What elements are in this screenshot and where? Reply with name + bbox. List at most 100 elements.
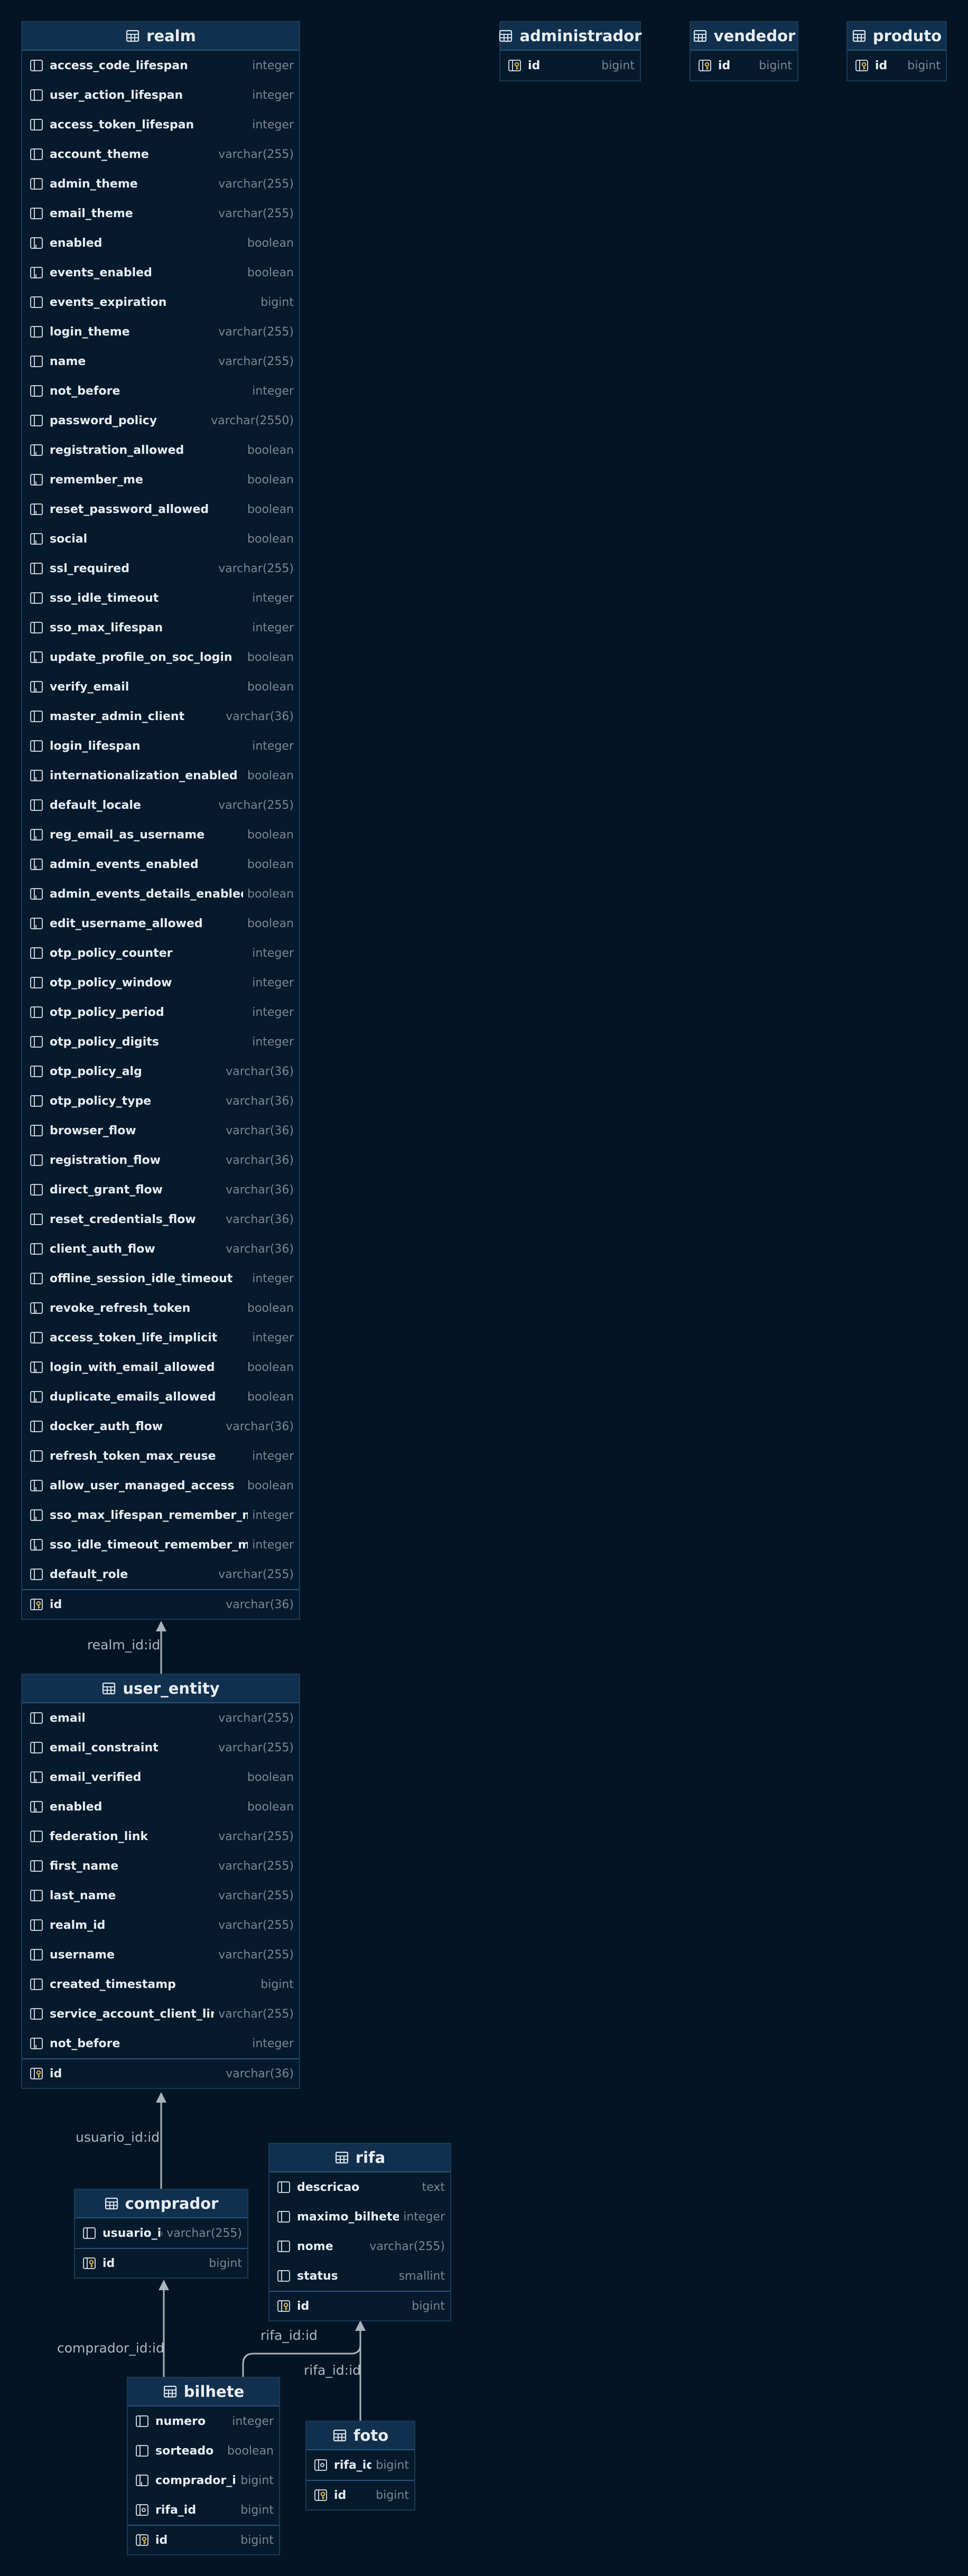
column-row[interactable]: default_role varchar(255) <box>22 1560 299 1589</box>
column-row[interactable]: email varchar(255) <box>22 1703 299 1733</box>
primary-key-row[interactable]: id bigint <box>500 51 640 80</box>
column-row[interactable]: ssl_required varchar(255) <box>22 554 299 583</box>
column-row[interactable]: otp_policy_alg varchar(36) <box>22 1057 299 1086</box>
column-row[interactable]: client_auth_flow varchar(36) <box>22 1234 299 1264</box>
column-row[interactable]: remember_me boolean <box>22 465 299 494</box>
column-row[interactable]: reset_password_allowed boolean <box>22 494 299 524</box>
column-row[interactable]: sso_idle_timeout_remember_me integer <box>22 1530 299 1560</box>
primary-key-row[interactable]: id bigint <box>691 51 797 80</box>
column-row[interactable]: direct_grant_flow varchar(36) <box>22 1175 299 1205</box>
column-row[interactable]: usuario_id varchar(255) <box>75 2218 247 2248</box>
column-row[interactable]: user_action_lifespan integer <box>22 80 299 110</box>
column-row[interactable]: status smallint <box>269 2261 450 2291</box>
column-row[interactable]: numero integer <box>128 2406 279 2436</box>
table-rifa[interactable]: rifa descricao text maximo_bilhetes integer n… <box>268 2143 451 2321</box>
column-row[interactable]: otp_policy_type varchar(36) <box>22 1086 299 1116</box>
column-row[interactable]: events_expiration bigint <box>22 287 299 317</box>
column-row[interactable]: enabled boolean <box>22 228 299 258</box>
column-row[interactable]: allow_user_managed_access boolean <box>22 1471 299 1500</box>
column-row[interactable]: email_theme varchar(255) <box>22 199 299 228</box>
column-row[interactable]: access_token_life_implicit integer <box>22 1323 299 1352</box>
table-header[interactable]: comprador <box>75 2190 247 2218</box>
column-row[interactable]: login_theme varchar(255) <box>22 317 299 347</box>
column-row[interactable]: rifa_id bigint <box>128 2495 279 2525</box>
column-row[interactable]: social boolean <box>22 524 299 554</box>
table-header[interactable]: realm <box>22 22 299 51</box>
column-row[interactable]: reset_credentials_flow varchar(36) <box>22 1205 299 1234</box>
column-row[interactable]: verify_email boolean <box>22 672 299 702</box>
column-row[interactable]: not_before integer <box>22 376 299 406</box>
column-row[interactable]: revoke_refresh_token boolean <box>22 1293 299 1323</box>
column-row[interactable]: otp_policy_window integer <box>22 968 299 997</box>
table-user_entity[interactable]: user_entity email varchar(255) email_constr… <box>21 1674 300 2089</box>
column-row[interactable]: login_lifespan integer <box>22 731 299 761</box>
column-row[interactable]: first_name varchar(255) <box>22 1851 299 1881</box>
primary-key-row[interactable]: id varchar(36) <box>22 2058 299 2088</box>
table-vendedor[interactable]: vendedor id bigint <box>690 21 798 81</box>
column-row[interactable]: sso_max_lifespan_remember_me integer <box>22 1500 299 1530</box>
column-row[interactable]: comprador_id bigint <box>128 2466 279 2495</box>
column-row[interactable]: maximo_bilhetes integer <box>269 2202 450 2232</box>
table-header[interactable]: user_entity <box>22 1675 299 1703</box>
table-header[interactable]: vendedor <box>691 22 797 51</box>
column-row[interactable]: default_locale varchar(255) <box>22 790 299 820</box>
table-comprador[interactable]: comprador usuario_id varchar(255) id bigint <box>74 2189 248 2279</box>
table-header[interactable]: foto <box>306 2422 414 2450</box>
column-row[interactable]: enabled boolean <box>22 1792 299 1822</box>
column-row[interactable]: registration_allowed boolean <box>22 435 299 465</box>
table-foto[interactable]: foto rifa_id bigint id bigint <box>305 2421 415 2510</box>
primary-key-row[interactable]: id bigint <box>306 2480 414 2509</box>
table-administrador[interactable]: administrador id bigint <box>499 21 642 81</box>
table-produto[interactable]: produto id bigint <box>846 21 947 81</box>
column-row[interactable]: reg_email_as_username boolean <box>22 820 299 850</box>
column-row[interactable]: last_name varchar(255) <box>22 1881 299 1910</box>
column-row[interactable]: access_token_lifespan integer <box>22 110 299 139</box>
column-row[interactable]: password_policy varchar(2550) <box>22 406 299 435</box>
column-row[interactable]: nome varchar(255) <box>269 2232 450 2261</box>
column-row[interactable]: admin_theme varchar(255) <box>22 169 299 199</box>
column-row[interactable]: admin_events_details_enabled boolean <box>22 879 299 909</box>
column-row[interactable]: login_with_email_allowed boolean <box>22 1352 299 1382</box>
column-row[interactable]: account_theme varchar(255) <box>22 139 299 169</box>
column-row[interactable]: otp_policy_counter integer <box>22 938 299 968</box>
column-row[interactable]: email_verified boolean <box>22 1762 299 1792</box>
column-row[interactable]: username varchar(255) <box>22 1940 299 1970</box>
column-row[interactable]: sso_max_lifespan integer <box>22 613 299 642</box>
table-bilhete[interactable]: bilhete numero integer sorteado boolean compr… <box>127 2377 280 2555</box>
column-row[interactable]: otp_policy_period integer <box>22 997 299 1027</box>
primary-key-row[interactable]: id bigint <box>269 2291 450 2320</box>
column-row[interactable]: sso_idle_timeout integer <box>22 583 299 613</box>
table-header[interactable]: bilhete <box>128 2378 279 2406</box>
column-row[interactable]: name varchar(255) <box>22 347 299 376</box>
primary-key-row[interactable]: id bigint <box>848 51 946 80</box>
column-row[interactable]: not_before integer <box>22 2029 299 2058</box>
table-header[interactable]: produto <box>848 22 946 51</box>
column-row[interactable]: access_code_lifespan integer <box>22 51 299 80</box>
column-row[interactable]: docker_auth_flow varchar(36) <box>22 1412 299 1441</box>
column-row[interactable]: rifa_id bigint <box>306 2450 414 2480</box>
column-row[interactable]: edit_username_allowed boolean <box>22 909 299 938</box>
column-row[interactable]: offline_session_idle_timeout integer <box>22 1264 299 1293</box>
column-row[interactable]: created_timestamp bigint <box>22 1970 299 1999</box>
table-header[interactable]: administrador <box>499 22 642 51</box>
table-realm[interactable]: realm access_code_lifespan integer user_act… <box>21 21 300 1620</box>
column-row[interactable]: descricao text <box>269 2172 450 2202</box>
column-row[interactable]: admin_events_enabled boolean <box>22 850 299 879</box>
column-row[interactable]: refresh_token_max_reuse integer <box>22 1441 299 1471</box>
column-row[interactable]: realm_id varchar(255) <box>22 1910 299 1940</box>
primary-key-row[interactable]: id bigint <box>75 2248 247 2278</box>
column-row[interactable]: email_constraint varchar(255) <box>22 1733 299 1762</box>
column-row[interactable]: federation_link varchar(255) <box>22 1822 299 1851</box>
column-row[interactable]: registration_flow varchar(36) <box>22 1145 299 1175</box>
column-row[interactable]: internationalization_enabled boolean <box>22 761 299 790</box>
primary-key-row[interactable]: id bigint <box>128 2525 279 2554</box>
column-row[interactable]: sorteado boolean <box>128 2436 279 2466</box>
table-header[interactable]: rifa <box>269 2144 450 2172</box>
column-row[interactable]: browser_flow varchar(36) <box>22 1116 299 1145</box>
column-row[interactable]: master_admin_client varchar(36) <box>22 702 299 731</box>
column-row[interactable]: update_profile_on_soc_login boolean <box>22 642 299 672</box>
column-row[interactable]: otp_policy_digits integer <box>22 1027 299 1057</box>
column-row[interactable]: events_enabled boolean <box>22 258 299 287</box>
column-row[interactable]: duplicate_emails_allowed boolean <box>22 1382 299 1412</box>
column-row[interactable]: service_account_client_link varchar(255) <box>22 1999 299 2029</box>
